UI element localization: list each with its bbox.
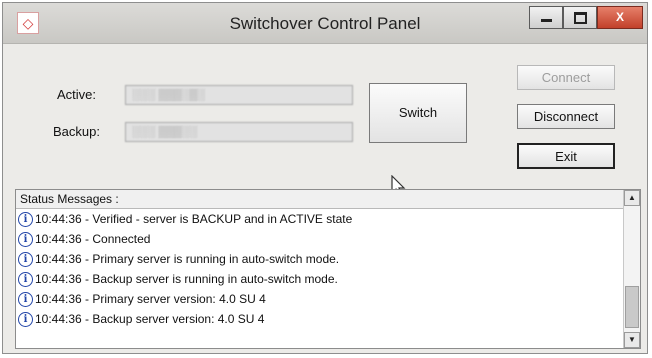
- switch-button[interactable]: Switch: [369, 83, 467, 143]
- info-icon: i: [18, 292, 33, 308]
- info-icon: i: [18, 312, 33, 328]
- status-message-text: 10:44:36 - Verified - server is BACKUP a…: [35, 212, 353, 226]
- status-message: i 10:44:36 - Connected: [16, 229, 640, 249]
- close-icon: X: [615, 10, 624, 24]
- status-scrollbar[interactable]: ▲ ▼: [623, 190, 640, 348]
- status-message: i 10:44:36 - Verified - server is BACKUP …: [16, 209, 640, 229]
- info-icon: i: [18, 232, 33, 248]
- arrow-down-icon: ▼: [628, 335, 636, 344]
- info-icon: i: [18, 252, 33, 268]
- status-message: i 10:44:36 - Primary server is running in…: [16, 249, 640, 269]
- info-icon: i: [18, 212, 33, 228]
- exit-button[interactable]: Exit: [517, 143, 615, 169]
- app-logo-icon[interactable]: ◇: [17, 12, 39, 34]
- title-bar[interactable]: ◇ Switchover Control Panel X: [3, 3, 647, 44]
- scroll-thumb[interactable]: [625, 286, 639, 328]
- backup-label: Backup:: [53, 124, 100, 139]
- status-message: i 10:44:36 - Primary server version: 4.0 …: [16, 289, 640, 309]
- close-button[interactable]: X: [597, 6, 643, 29]
- maximize-icon: [573, 11, 587, 24]
- scroll-up-button[interactable]: ▲: [624, 190, 640, 206]
- status-message-text: 10:44:36 - Backup server is running in a…: [35, 272, 338, 286]
- status-message: i 10:44:36 - Backup server is running in …: [16, 269, 640, 289]
- status-message: i 10:44:36 - Backup server version: 4.0 S…: [16, 309, 640, 329]
- backup-server-field[interactable]: ░░░ ▒▒▒░░: [125, 122, 353, 142]
- scroll-down-button[interactable]: ▼: [624, 332, 640, 348]
- status-messages-header: Status Messages :: [16, 190, 640, 209]
- status-message-text: 10:44:36 - Primary server is running in …: [35, 252, 340, 266]
- status-message-text: 10:44:36 - Connected: [35, 232, 151, 246]
- connect-button[interactable]: Connect: [517, 65, 615, 90]
- active-server-field[interactable]: ░░░ ▒▒▒░▒░: [125, 85, 353, 105]
- active-label: Active:: [57, 87, 97, 102]
- status-messages-panel[interactable]: Status Messages : i 10:44:36 - Verified -…: [15, 189, 641, 349]
- maximize-button[interactable]: [563, 6, 597, 29]
- disconnect-button[interactable]: Disconnect: [517, 104, 615, 129]
- switchover-window: ◇ Switchover Control Panel X Active: ░░░…: [2, 2, 648, 354]
- status-message-text: 10:44:36 - Backup server version: 4.0 SU…: [35, 312, 265, 326]
- minimize-icon: [540, 19, 552, 23]
- minimize-button[interactable]: [529, 6, 563, 29]
- arrow-up-icon: ▲: [628, 193, 636, 202]
- status-message-text: 10:44:36 - Primary server version: 4.0 S…: [35, 292, 266, 306]
- info-icon: i: [18, 272, 33, 288]
